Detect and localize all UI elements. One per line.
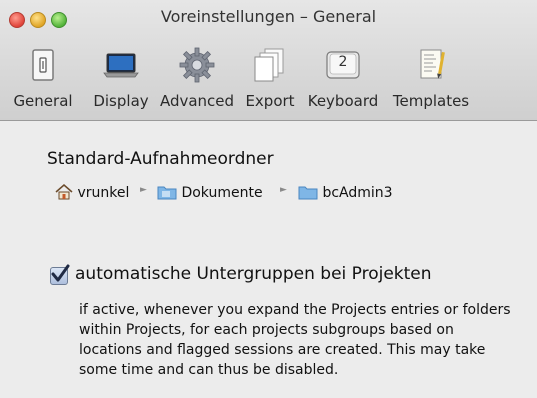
path-item-home[interactable]: vrunkel xyxy=(55,184,129,201)
key-label: 2 xyxy=(338,54,348,70)
documents-folder-icon xyxy=(157,186,177,200)
checkmark-icon xyxy=(51,264,70,282)
path-label: bcAdmin3 xyxy=(322,185,393,201)
general-pane: Standard-Aufnahmeordner vrunkel ► Dokume… xyxy=(0,121,537,398)
tab-label: Advanced xyxy=(159,92,235,110)
window-title: Voreinstellungen – General xyxy=(160,7,377,26)
tab-display[interactable]: Display xyxy=(88,44,154,116)
tab-label: Keyboard xyxy=(307,92,379,110)
key-2-icon: 2 xyxy=(324,46,362,84)
gear-icon xyxy=(179,47,215,83)
tab-export[interactable]: Export xyxy=(241,44,299,116)
home-icon xyxy=(55,184,73,200)
tab-label: Display xyxy=(93,92,149,110)
recording-folder-title: Standard-Aufnahmeordner xyxy=(47,149,274,169)
folder-icon xyxy=(298,186,318,200)
auto-subgroups-checkbox[interactable] xyxy=(50,264,70,285)
path-item-bcadmin3[interactable]: bcAdmin3 xyxy=(298,184,393,201)
switch-icon xyxy=(32,49,54,81)
laptop-icon xyxy=(103,53,139,78)
template-icon xyxy=(420,49,445,79)
path-label: vrunkel xyxy=(77,185,130,201)
documents-icon xyxy=(254,48,284,82)
tab-general[interactable]: General xyxy=(6,44,80,116)
tab-label: General xyxy=(13,92,73,110)
tab-label: Export xyxy=(245,92,295,110)
preferences-window: Voreinstellungen – General General Displ… xyxy=(0,0,537,398)
path-separator: ► xyxy=(140,185,147,195)
auto-subgroups-description: if active, whenever you expand the Proje… xyxy=(79,302,511,378)
tab-templates[interactable]: Templates xyxy=(388,44,474,116)
tab-label: Templates xyxy=(392,92,470,110)
path-item-dokumente[interactable]: Dokumente xyxy=(157,184,263,201)
tab-advanced[interactable]: Advanced xyxy=(158,44,236,116)
path-separator: ► xyxy=(280,185,287,195)
auto-subgroups-label: automatische Untergruppen bei Projekten xyxy=(75,264,432,284)
toolbar: Voreinstellungen – General General Displ… xyxy=(0,0,537,121)
path-label: Dokumente xyxy=(181,185,263,201)
tab-keyboard[interactable]: 2 Keyboard xyxy=(305,44,381,116)
